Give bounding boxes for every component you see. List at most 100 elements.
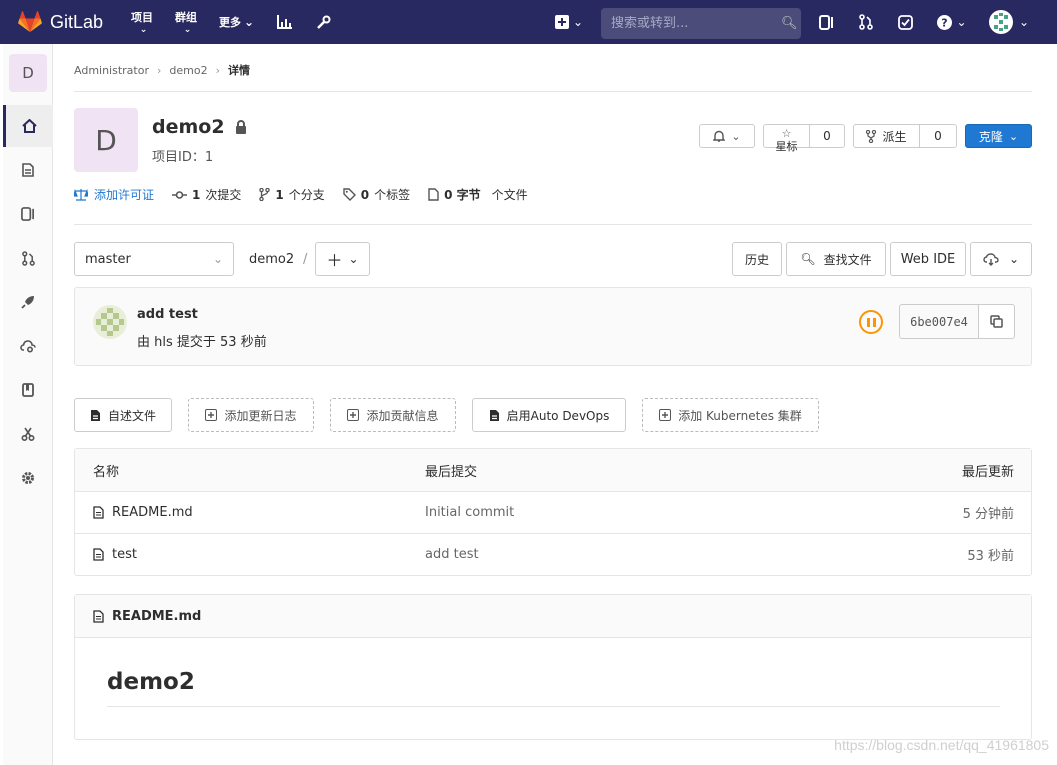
- sidebar-item-operations[interactable]: [3, 325, 53, 367]
- help-dropdown[interactable]: ? ⌄: [934, 7, 970, 37]
- find-file-button[interactable]: 🔍︎ 查找文件: [786, 242, 886, 276]
- chevron-down-icon: ⌄: [572, 15, 584, 29]
- breadcrumb-current: 详情: [228, 64, 251, 77]
- star-count[interactable]: 0: [809, 124, 845, 148]
- file-last-commit[interactable]: Initial commit: [425, 505, 514, 520]
- lock-icon: [235, 120, 246, 134]
- gitlab-tanuki-icon: [18, 11, 42, 32]
- add-to-tree-dropdown[interactable]: ＋ ⌄: [315, 242, 370, 276]
- commits-link[interactable]: 1 次提交: [172, 186, 241, 203]
- book-icon: [22, 383, 34, 397]
- watermark: https://blog.csdn.net/qq_41961805: [834, 737, 1049, 753]
- file-last-commit[interactable]: add test: [425, 547, 479, 562]
- project-avatar: D: [74, 108, 138, 172]
- add-license-label: 添加许可证: [94, 188, 155, 202]
- admin-wrench-icon[interactable]: [308, 7, 338, 37]
- notification-dropdown[interactable]: ⌄: [699, 124, 755, 148]
- history-label: 历史: [744, 252, 769, 267]
- sidebar-item-merge-requests[interactable]: [3, 237, 53, 279]
- file-icon: [93, 506, 104, 519]
- issues-icon: [21, 207, 34, 221]
- pipeline-status-icon[interactable]: [859, 310, 883, 334]
- plus-square-icon: [347, 409, 360, 421]
- table-row[interactable]: README.md Initial commit 5 分钟前: [75, 491, 1031, 533]
- download-dropdown[interactable]: ⌄: [970, 242, 1032, 276]
- enable-auto-devops-label: 启用Auto DevOps: [506, 408, 610, 423]
- doc-icon: [22, 163, 34, 177]
- sidebar-project-avatar[interactable]: D: [9, 54, 47, 92]
- activity-chart-icon[interactable]: [270, 7, 300, 37]
- nav-more[interactable]: 更多 ⌄: [219, 0, 254, 44]
- copy-icon: [990, 315, 1003, 328]
- readme-button-label: 自述文件: [107, 408, 156, 423]
- user-menu-dropdown[interactable]: ⌄: [986, 7, 1032, 37]
- gear-icon: [22, 472, 34, 484]
- tags-link[interactable]: 0 个标签: [343, 186, 410, 203]
- bell-icon: [713, 130, 726, 142]
- path-separator: /: [303, 252, 308, 267]
- sidebar-item-snippets[interactable]: [3, 413, 53, 455]
- plus-square-icon: [554, 15, 569, 29]
- merge-requests-icon[interactable]: [851, 7, 881, 37]
- commit-meta: 由 hls 提交于 53 秒前: [137, 335, 267, 350]
- add-kubernetes-cluster-button[interactable]: 添加 Kubernetes 集群: [642, 398, 819, 432]
- nav-projects[interactable]: 项目 ⌄: [131, 0, 153, 44]
- branches-label: 个分支: [288, 188, 325, 202]
- branch-icon: [259, 188, 271, 201]
- star-button[interactable]: ☆ 星标: [763, 124, 810, 152]
- clone-dropdown-button[interactable]: 克隆 ⌄: [965, 124, 1032, 148]
- breadcrumb-item-admin[interactable]: Administrator: [74, 64, 149, 77]
- breadcrumb-item-project[interactable]: demo2: [169, 64, 207, 77]
- brand-name: GitLab: [50, 11, 104, 32]
- fork-button[interactable]: 派生: [853, 124, 920, 148]
- plus-icon: ＋: [326, 251, 343, 270]
- file-name-cell[interactable]: test: [93, 547, 137, 562]
- issues-icon[interactable]: [811, 7, 841, 37]
- readme-header: README.md: [75, 595, 1031, 638]
- readme-button[interactable]: 自述文件: [74, 398, 172, 432]
- new-plus-dropdown[interactable]: ⌄: [551, 7, 587, 37]
- commit-sha[interactable]: 6be007e4: [899, 304, 979, 339]
- search-input[interactable]: [611, 16, 781, 31]
- project-name: demo2: [152, 116, 225, 138]
- commit-author-avatar[interactable]: [93, 305, 127, 339]
- divider: [74, 91, 1032, 92]
- merge-request-icon: [21, 250, 35, 266]
- storage-size: 0 字节 个文件: [428, 186, 528, 203]
- branches-count: 1: [275, 187, 284, 202]
- commit-icon: [172, 190, 188, 199]
- add-kubernetes-label: 添加 Kubernetes 集群: [678, 408, 802, 423]
- branch-select[interactable]: master ⌄: [74, 242, 234, 276]
- sidebar-item-wiki[interactable]: [3, 369, 53, 411]
- readme-panel: README.md demo2: [74, 594, 1032, 740]
- sidebar-item-project-home[interactable]: [3, 105, 53, 147]
- history-button[interactable]: 历史: [732, 242, 782, 276]
- sidebar-item-issues[interactable]: [3, 193, 53, 235]
- enable-auto-devops-button[interactable]: 启用Auto DevOps: [472, 398, 626, 432]
- scale-icon: [74, 188, 88, 201]
- repo-path-root[interactable]: demo2: [249, 252, 294, 267]
- fork-count[interactable]: 0: [919, 124, 957, 148]
- commit-title[interactable]: add test: [137, 307, 198, 322]
- plus-square-icon: [205, 409, 218, 421]
- table-row[interactable]: test add test 53 秒前: [75, 533, 1031, 575]
- project-title: demo2: [152, 116, 247, 138]
- size-value: 0 字节: [444, 188, 481, 202]
- branches-link[interactable]: 1 个分支: [259, 186, 325, 203]
- tags-count: 0: [360, 187, 370, 202]
- project-sidebar: D: [3, 44, 53, 765]
- add-license-link[interactable]: 添加许可证: [74, 186, 154, 203]
- todos-icon[interactable]: [890, 7, 920, 37]
- gitlab-logo[interactable]: GitLab: [18, 11, 103, 33]
- add-changelog-button[interactable]: 添加更新日志: [188, 398, 314, 432]
- web-ide-button[interactable]: Web IDE: [890, 242, 966, 276]
- column-header-last-update: 最后更新: [961, 464, 1014, 480]
- search-box[interactable]: 🔍︎: [601, 8, 801, 39]
- sidebar-item-settings[interactable]: [3, 457, 53, 499]
- nav-groups[interactable]: 群组 ⌄: [175, 0, 197, 44]
- file-name-cell[interactable]: README.md: [93, 505, 193, 520]
- add-contributing-button[interactable]: 添加贡献信息: [330, 398, 456, 432]
- sidebar-item-repository[interactable]: [3, 149, 53, 191]
- copy-sha-button[interactable]: [978, 304, 1015, 339]
- sidebar-item-ci-cd[interactable]: [3, 281, 53, 323]
